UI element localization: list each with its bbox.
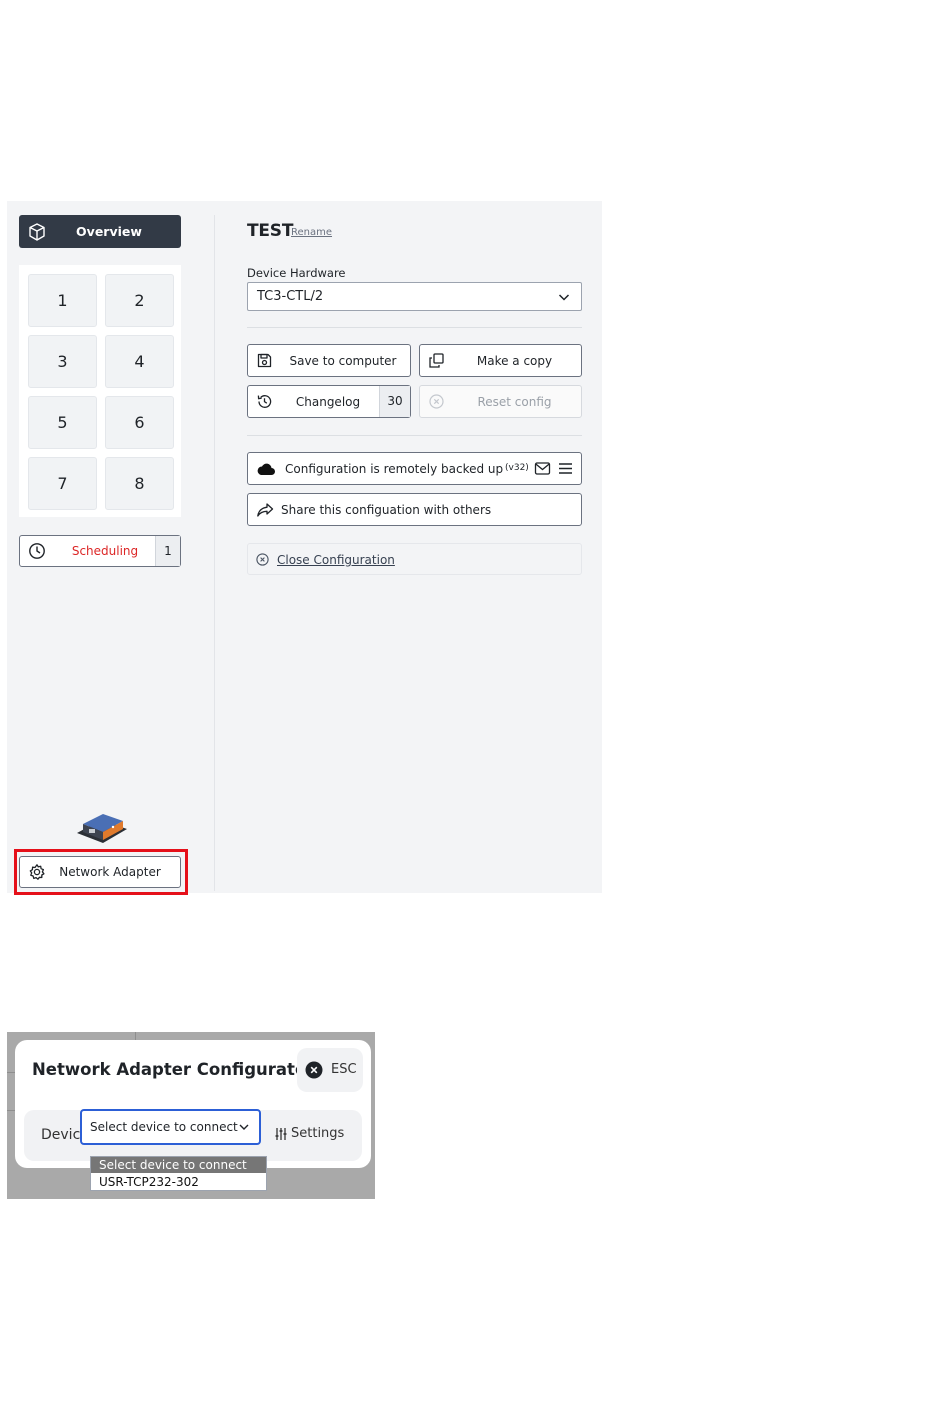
close-circle-icon: [429, 394, 444, 409]
device-hardware-value: TC3-CTL/2: [257, 289, 324, 304]
close-configuration-link[interactable]: Close Configuration: [247, 543, 582, 575]
backup-label: Configuration is remotely backed up: [285, 462, 504, 476]
device-select-value: Select device to connect: [90, 1120, 238, 1134]
config-title: TEST: [247, 221, 294, 241]
rename-link[interactable]: Rename: [291, 227, 332, 238]
app-panel: Overview 1 2 3 4 5 6 7 8 Scheduling 1 Ne…: [7, 201, 602, 895]
background-line: [7, 1110, 15, 1111]
network-adapter-dialog-screenshot: Network Adapter Configurator ESC Device …: [7, 1032, 375, 1199]
highlight-box: [14, 849, 188, 895]
background-line: [7, 1072, 15, 1073]
close-icon: [305, 1061, 323, 1079]
scheduling-label: Scheduling: [71, 544, 139, 558]
cloud-icon: [257, 463, 275, 475]
save-to-computer-button[interactable]: Save to computer: [247, 344, 411, 377]
menu-icon[interactable]: [558, 461, 573, 476]
reset-config-button[interactable]: Reset config: [419, 385, 582, 418]
mail-icon[interactable]: [534, 461, 551, 476]
changelog-label: Changelog: [295, 395, 361, 409]
network-adapter-configurator-dialog: Network Adapter Configurator ESC Device: [15, 1040, 371, 1168]
remote-backup-bar[interactable]: Configuration is remotely backed up (v32…: [247, 452, 582, 485]
zone-button-2[interactable]: 2: [105, 274, 174, 327]
chevron-down-icon: [558, 294, 570, 301]
device-dropdown-list: Select device to connect USR-TCP232-302: [90, 1156, 267, 1191]
divider: [247, 435, 582, 436]
close-configuration-label: Close Configuration: [277, 553, 395, 567]
close-circle-icon: [256, 553, 269, 566]
zone-button-1[interactable]: 1: [28, 274, 97, 327]
changelog-count-badge: 30: [379, 386, 410, 417]
share-configuration-button[interactable]: Share this configuation with others: [247, 493, 582, 526]
share-label: Share this configuation with others: [281, 503, 492, 517]
copy-label: Make a copy: [476, 354, 553, 368]
network-adapter-device-image: [77, 814, 127, 843]
zone-button-7[interactable]: 7: [28, 457, 97, 510]
zone-button-5[interactable]: 5: [28, 396, 97, 449]
device-hardware-select[interactable]: TC3-CTL/2: [247, 282, 582, 311]
chevron-down-icon: [239, 1124, 249, 1130]
changelog-button[interactable]: Changelog 30: [247, 385, 411, 418]
device-hardware-label: Device Hardware: [247, 266, 346, 280]
settings-label: Settings: [291, 1126, 345, 1141]
scheduling-button[interactable]: Scheduling 1: [19, 535, 181, 567]
background-line: [135, 1032, 136, 1040]
esc-close-button[interactable]: ESC: [297, 1048, 363, 1092]
zone-grid: 1 2 3 4 5 6 7 8: [19, 265, 181, 517]
esc-label: ESC: [331, 1062, 357, 1077]
clock-icon: [29, 543, 45, 559]
zone-button-4[interactable]: 4: [105, 335, 174, 388]
history-icon: [257, 395, 272, 408]
share-icon: [257, 503, 274, 517]
dropdown-option-usr-tcp232-302[interactable]: USR-TCP232-302: [91, 1174, 266, 1190]
sliders-icon: [275, 1128, 287, 1140]
make-a-copy-button[interactable]: Make a copy: [419, 344, 582, 377]
dropdown-option-placeholder[interactable]: Select device to connect: [91, 1157, 266, 1173]
zone-button-3[interactable]: 3: [28, 335, 97, 388]
reset-label: Reset config: [477, 395, 552, 409]
save-label: Save to computer: [289, 354, 397, 368]
zone-button-6[interactable]: 6: [105, 396, 174, 449]
overview-label: Overview: [76, 224, 142, 239]
copy-icon: [429, 353, 444, 368]
scheduling-count-badge: 1: [155, 536, 180, 566]
divider: [247, 327, 582, 328]
save-icon: [257, 353, 272, 368]
vertical-divider: [214, 215, 215, 891]
dialog-title: Network Adapter Configurator: [32, 1060, 315, 1079]
device-select[interactable]: Select device to connect: [80, 1109, 261, 1145]
backup-version: (v32): [505, 463, 529, 473]
overview-button[interactable]: Overview: [19, 215, 181, 248]
zone-button-8[interactable]: 8: [105, 457, 174, 510]
